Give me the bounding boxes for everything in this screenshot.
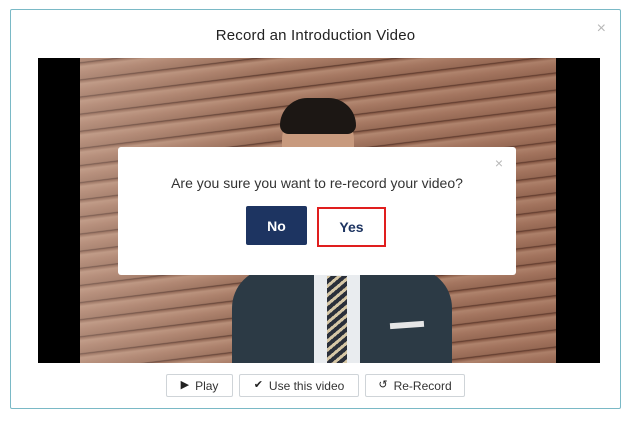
close-icon[interactable]: × [495, 156, 503, 170]
video-controls: ▶ Play ✔ Use this video ↺ Re-Record [166, 374, 486, 398]
rerecord-icon: ↺ [378, 379, 388, 391]
person-tie [327, 276, 347, 363]
use-video-label: Use this video [268, 378, 345, 393]
confirm-message: Are you sure you want to re-record your … [171, 175, 463, 191]
close-icon[interactable]: × [597, 21, 606, 37]
yes-button[interactable]: Yes [317, 207, 386, 247]
person-hair [280, 98, 356, 134]
play-label: Play [195, 378, 219, 393]
no-button[interactable]: No [246, 206, 307, 245]
rerecord-button[interactable]: ↺ Re-Record [365, 374, 465, 397]
check-icon: ✔ [253, 379, 263, 391]
rerecord-label: Re-Record [393, 378, 452, 393]
confirm-dialog: × Are you sure you want to re-record you… [118, 147, 516, 275]
play-button[interactable]: ▶ Play [166, 374, 233, 397]
modal-title: Record an Introduction Video [215, 27, 416, 44]
use-video-button[interactable]: ✔ Use this video [239, 374, 359, 397]
play-icon: ▶ [180, 379, 190, 391]
